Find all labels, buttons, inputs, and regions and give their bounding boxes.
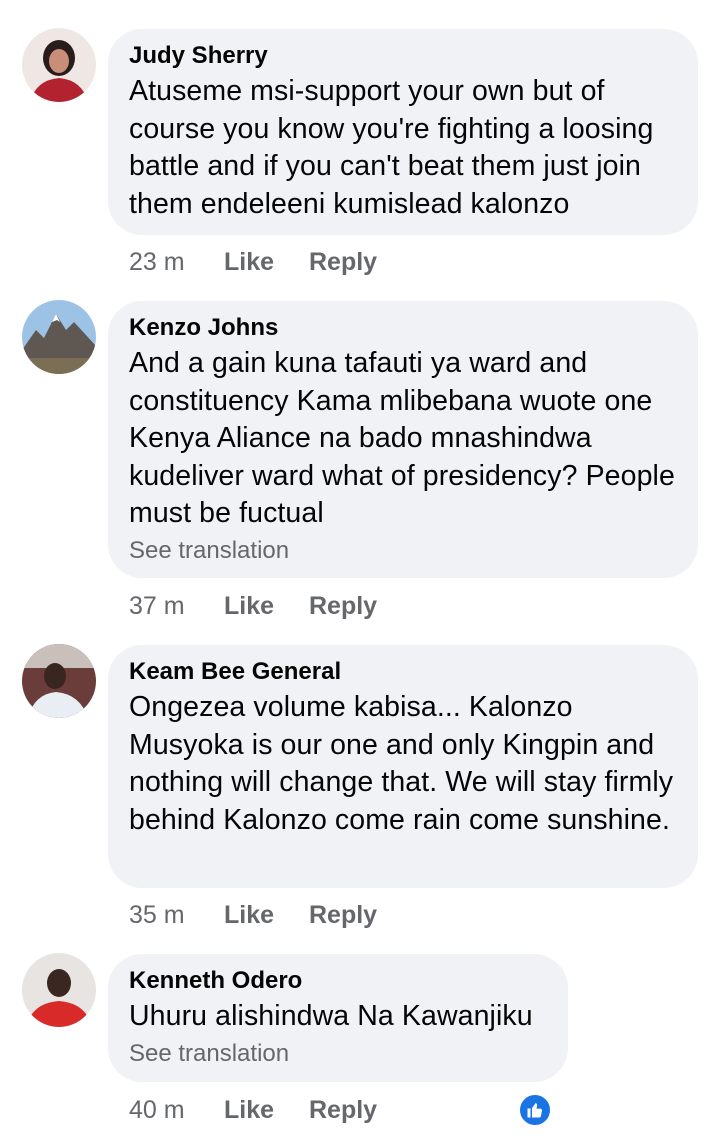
- comment-author[interactable]: Judy Sherry: [129, 39, 676, 73]
- avatar-image: [22, 644, 96, 718]
- like-button[interactable]: Like: [224, 589, 274, 623]
- avatar[interactable]: [22, 953, 96, 1027]
- avatar[interactable]: [22, 644, 96, 718]
- see-translation-link[interactable]: See translation: [129, 1038, 546, 1070]
- comment-text: Ongezea volume kabisa... Kalonzo Musyoka…: [129, 691, 674, 836]
- comment-author[interactable]: Kenneth Odero: [129, 964, 546, 998]
- avatar[interactable]: [22, 28, 96, 102]
- comment-author[interactable]: Kenzo Johns: [129, 311, 676, 345]
- avatar[interactable]: [22, 300, 96, 374]
- reply-button[interactable]: Reply: [309, 1093, 377, 1127]
- comment-bubble: Kenneth Odero Uhuru alishindwa Na Kawanj…: [108, 954, 568, 1082]
- comment-timestamp[interactable]: 40 m: [129, 1093, 185, 1127]
- comment-text: Atuseme msi-support your own but of cour…: [129, 75, 654, 220]
- reply-button[interactable]: Reply: [309, 898, 377, 932]
- see-translation-link[interactable]: See translation: [129, 535, 676, 567]
- comment-actions: 40 m Like Reply 1: [129, 1093, 589, 1127]
- comment-timestamp[interactable]: 35 m: [129, 898, 185, 932]
- avatar-image: [22, 953, 96, 1027]
- like-button[interactable]: Like: [224, 1093, 274, 1127]
- comment-bubble: Kenzo Johns And a gain kuna tafauti ya w…: [108, 301, 698, 578]
- comment-text: Uhuru alishindwa Na Kawanjiku: [129, 1000, 533, 1032]
- comment-text: And a gain kuna tafauti ya ward and cons…: [129, 347, 675, 529]
- thumbs-up-icon: [518, 1093, 552, 1127]
- reply-button[interactable]: Reply: [309, 589, 377, 623]
- avatar-image: [22, 300, 96, 374]
- like-button[interactable]: Like: [224, 245, 274, 279]
- comment-timestamp[interactable]: 37 m: [129, 589, 185, 623]
- comment-author[interactable]: Keam Bee General: [129, 655, 676, 689]
- comment-bubble: Judy Sherry Atuseme msi-support your own…: [108, 29, 698, 235]
- comment-timestamp[interactable]: 23 m: [129, 245, 185, 279]
- avatar-image: [22, 28, 96, 102]
- like-button[interactable]: Like: [224, 898, 274, 932]
- reply-button[interactable]: Reply: [309, 245, 377, 279]
- comment-bubble: Keam Bee General Ongezea volume kabisa..…: [108, 645, 698, 888]
